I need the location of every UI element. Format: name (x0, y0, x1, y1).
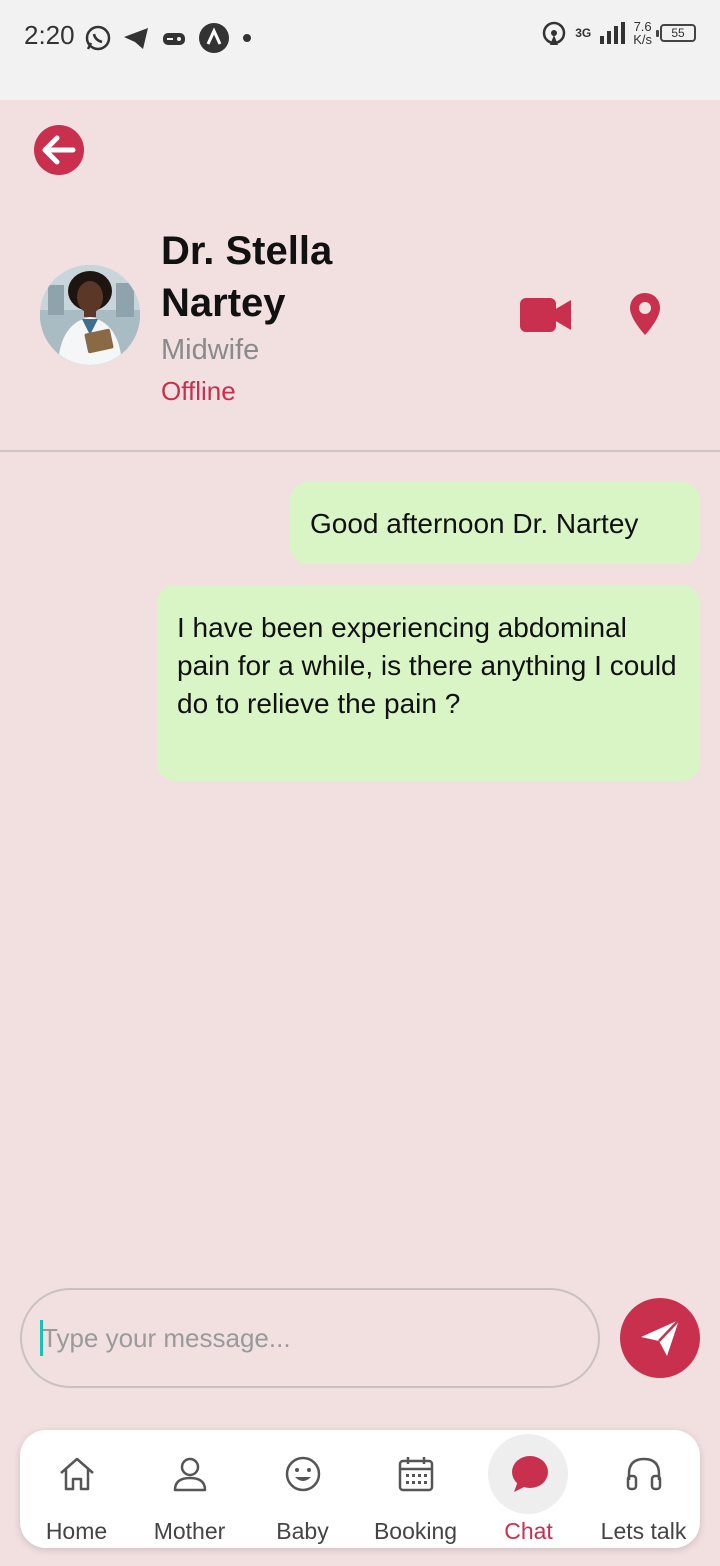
home-icon (55, 1452, 99, 1496)
headphones-icon (622, 1452, 666, 1496)
location-button[interactable] (628, 291, 662, 337)
whatsapp-icon (85, 25, 111, 51)
telegram-icon (124, 28, 148, 49)
notification-icons (84, 22, 254, 54)
status-time: 2:20 (24, 20, 75, 50)
message-bubble: Good afternoon Dr. Nartey (290, 482, 700, 564)
network-type: 3G (575, 26, 592, 40)
back-button[interactable] (34, 125, 84, 175)
battery-level: 55 (671, 26, 685, 40)
message-bubble: I have been experiencing abdominal pain … (157, 585, 700, 781)
battery-icon: 55 (656, 24, 696, 42)
app-a-icon (199, 23, 229, 53)
send-icon (641, 1319, 680, 1356)
nav-home[interactable]: Home (20, 1430, 133, 1548)
calendar-icon (394, 1452, 438, 1496)
doctor-avatar (40, 265, 140, 365)
video-call-button[interactable] (520, 296, 572, 334)
nav-label: Baby (276, 1518, 329, 1544)
person-icon (168, 1452, 212, 1496)
nav-label: Booking (373, 1518, 458, 1544)
header-divider (0, 450, 720, 452)
nav-baby[interactable]: Baby (246, 1430, 359, 1548)
doctor-role: Midwife (161, 334, 260, 366)
smiley-icon (281, 1452, 325, 1496)
message-text: I have been experiencing abdominal pain … (177, 612, 677, 719)
net-speed-unit: K/s (633, 32, 652, 47)
nav-chat[interactable]: Chat (472, 1430, 585, 1548)
nav-label: Mother (153, 1518, 226, 1544)
nav-mother[interactable]: Mother (133, 1430, 246, 1548)
dot-icon (243, 34, 251, 42)
text-cursor (40, 1320, 43, 1356)
chat-icon (507, 1452, 551, 1496)
video-camera-icon (520, 298, 571, 332)
bottom-nav: Home Mother Baby Booking Chat Lets talk (20, 1430, 700, 1548)
send-button[interactable] (620, 1298, 700, 1378)
signal-icon (600, 22, 626, 44)
nav-lets-talk[interactable]: Lets talk (587, 1430, 700, 1548)
gamepad-icon (163, 33, 185, 45)
net-speed: 7.6 K/s (633, 20, 652, 46)
nav-booking[interactable]: Booking (359, 1430, 472, 1548)
doctor-status: Offline (161, 376, 236, 406)
nav-label: Lets talk (600, 1518, 687, 1544)
status-bar: 2:20 3G 7.6 K/s 55 (0, 0, 720, 100)
hotspot-icon (542, 21, 566, 45)
doctor-name: Dr. Stella Nartey (161, 229, 333, 325)
arrow-left-icon (42, 135, 76, 165)
nav-label: Chat (504, 1518, 553, 1544)
map-pin-icon (630, 293, 660, 335)
system-icons: 3G 7.6 K/s 55 (541, 20, 696, 46)
message-input[interactable] (20, 1288, 600, 1388)
message-text: Good afternoon Dr. Nartey (310, 508, 639, 539)
nav-label: Home (45, 1518, 108, 1544)
